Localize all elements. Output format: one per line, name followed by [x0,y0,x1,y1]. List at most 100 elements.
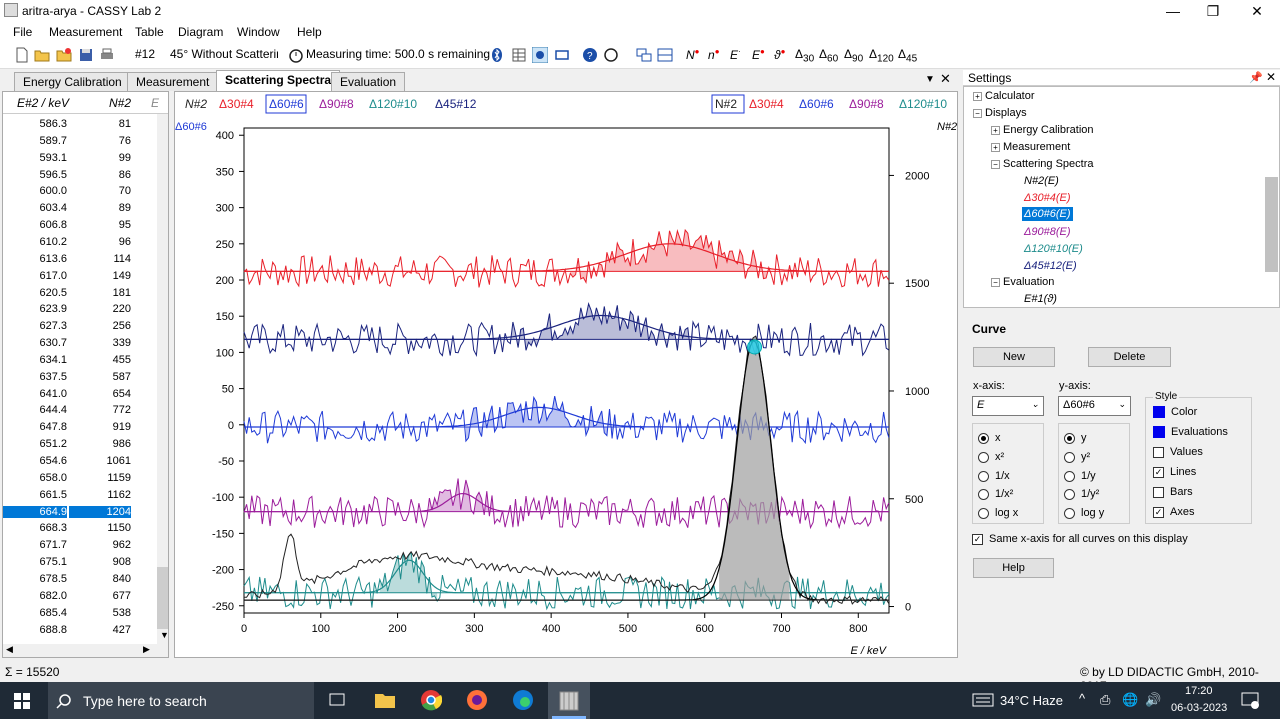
pin-icon[interactable]: 📌 [1249,71,1263,84]
count-cell[interactable]: 1061 [69,455,131,467]
table-row[interactable]: 613.6 114 [3,253,155,270]
notifications-icon[interactable] [1240,691,1260,709]
count-cell[interactable]: 538 [69,607,131,619]
tree-curve-delta60[interactable]: Δ60#6(E) [1022,207,1073,221]
quantity-delta30-button[interactable]: Δ30 [795,47,814,64]
count-cell[interactable]: 70 [69,185,131,197]
vertical-scroll-thumb[interactable] [157,567,168,629]
energy-cell[interactable]: 685.4 [3,607,67,619]
x-option-logx[interactable]: log x [978,507,1018,519]
table-row[interactable]: 661.5 1162 [3,489,155,506]
horizontal-scrollbar[interactable]: ◀ ▶ [3,644,168,657]
count-cell[interactable]: 114 [69,253,131,265]
edge-icon[interactable] [512,689,534,711]
tab-evaluation[interactable]: Evaluation [331,72,406,91]
energy-cell[interactable]: 613.6 [3,253,67,265]
style-bars-checkbox[interactable]: Bars [1153,486,1193,498]
quantity-n-button[interactable]: n● [708,47,720,62]
table-row[interactable]: 610.2 96 [3,236,155,253]
energy-cell[interactable]: 606.8 [3,219,67,231]
vertical-scrollbar[interactable] [157,114,168,644]
table-row[interactable]: 617.0 149 [3,270,155,287]
count-cell[interactable]: 840 [69,573,131,585]
tree-calculator[interactable]: + Calculator [973,90,1035,102]
table-row[interactable]: 600.0 70 [3,185,155,202]
table-row[interactable]: 637.5 587 [3,371,155,388]
table-row[interactable]: 606.8 95 [3,219,155,236]
table-row[interactable]: 651.2 986 [3,438,155,455]
table-row[interactable]: 664.9 1204 [3,505,155,523]
collapse-icon[interactable]: − [991,159,1000,169]
table-row[interactable]: 623.9 220 [3,303,155,320]
tab-measurement[interactable]: Measurement [127,72,219,91]
print-icon[interactable] [99,47,115,63]
energy-cell[interactable]: 630.7 [3,337,67,349]
table-row[interactable]: 593.1 99 [3,152,155,169]
table-row[interactable]: 603.4 89 [3,202,155,219]
table-row[interactable]: 668.3 1150 [3,522,155,539]
menu-measurement[interactable]: Measurement [49,25,122,39]
energy-cell[interactable]: 623.9 [3,303,67,315]
x-option-x2[interactable]: x² [978,451,1004,463]
weather-icon[interactable] [972,692,994,708]
tree-evaluation-item[interactable]: E#1(ϑ) [1024,293,1057,305]
open-folder-icon[interactable] [34,47,50,63]
count-cell[interactable]: 99 [69,152,131,164]
cassy-taskbar-button[interactable] [548,682,590,719]
scroll-right-icon[interactable]: ▶ [143,644,150,655]
tree-measurement[interactable]: + Measurement [991,141,1070,153]
delete-curve-button[interactable]: Delete [1088,347,1171,367]
count-cell[interactable]: 256 [69,320,131,332]
table-row[interactable]: 685.4 538 [3,607,155,624]
count-cell[interactable]: 587 [69,371,131,383]
menu-help[interactable]: Help [297,25,322,39]
y-option-logy[interactable]: log y [1064,507,1104,519]
energy-cell[interactable]: 596.5 [3,169,67,181]
tray-device-icon[interactable]: ⎙ [1100,692,1110,708]
windows-start-icon[interactable] [14,693,30,709]
energy-cell[interactable]: 589.7 [3,135,67,147]
count-cell[interactable]: 908 [69,556,131,568]
energy-cell[interactable]: 634.1 [3,354,67,366]
color-swatch[interactable] [1153,406,1165,419]
tab-scattering-spectra[interactable]: Scattering Spectra [216,70,341,91]
energy-cell[interactable]: 688.8 [3,624,67,636]
energy-cell[interactable]: 593.1 [3,152,67,164]
taskbar-search[interactable]: Type here to search [48,682,314,719]
x-option-x[interactable]: x [978,432,1001,444]
scroll-down-icon[interactable]: ▼ [160,630,168,640]
count-cell[interactable]: 1204 [69,505,131,518]
count-cell[interactable]: 76 [69,135,131,147]
energy-cell[interactable]: 586.3 [3,118,67,130]
energy-cell[interactable]: 627.3 [3,320,67,332]
table-row[interactable]: 654.6 1061 [3,455,155,472]
help-button[interactable]: Help [973,558,1054,578]
tree-scroll-thumb[interactable] [1265,177,1278,272]
menu-window[interactable]: Window [237,25,280,39]
style-color-option[interactable]: Color [1153,406,1197,419]
count-cell[interactable]: 427 [69,624,131,636]
column-header-counts[interactable]: N#2 [109,96,131,110]
energy-cell[interactable]: 620.5 [3,287,67,299]
column-header-energy[interactable]: E#2 / keV [17,96,69,110]
count-cell[interactable]: 919 [69,421,131,433]
y-option-1-over-y[interactable]: 1/y [1064,470,1096,482]
window-tile-icon[interactable] [636,47,652,63]
firefox-icon[interactable] [466,689,488,711]
tree-curve-delta30[interactable]: Δ30#4(E) [1024,192,1071,204]
count-cell[interactable]: 220 [69,303,131,315]
same-x-axis-checkbox[interactable]: ✓ Same x-axis for all curves on this disp… [972,533,1188,545]
energy-cell[interactable]: 651.2 [3,438,67,450]
quantity-delta120-button[interactable]: Δ120 [869,47,894,64]
quantity-E2-button[interactable]: E● [752,47,765,62]
tab-energy-calibration[interactable]: Energy Calibration [14,72,131,91]
tree-curve-N2[interactable]: N#2(E) [1024,175,1059,187]
y-option-1-over-y2[interactable]: 1/y² [1064,488,1099,500]
quantity-delta60-button[interactable]: Δ60 [819,47,838,64]
energy-cell[interactable]: 654.6 [3,455,67,467]
count-cell[interactable]: 455 [69,354,131,366]
count-cell[interactable]: 772 [69,404,131,416]
table-row[interactable]: 678.5 840 [3,573,155,590]
tab-list-dropdown-icon[interactable]: ▼ [925,74,935,85]
count-cell[interactable]: 654 [69,388,131,400]
